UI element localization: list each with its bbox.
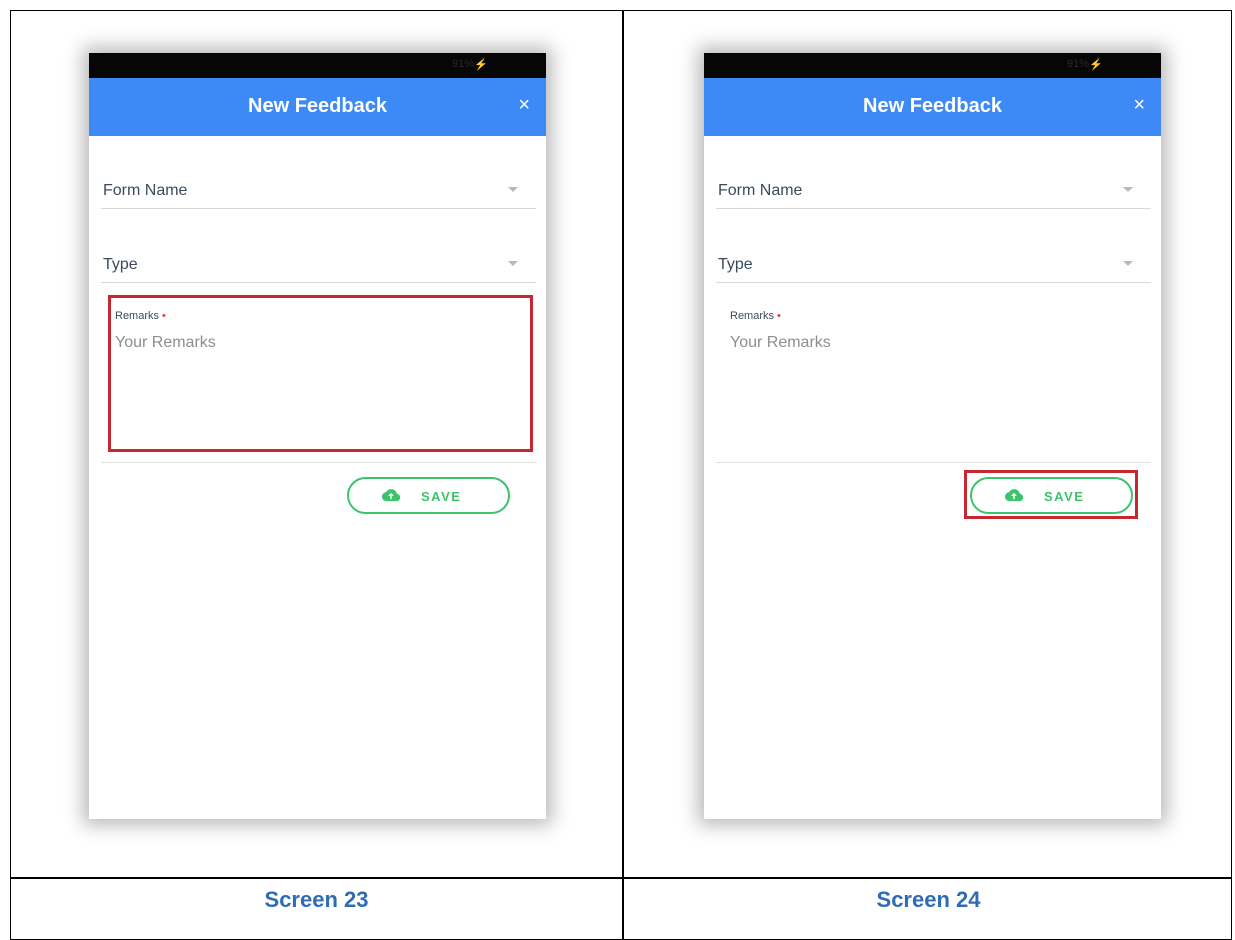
form-name-label: Form Name	[103, 182, 188, 199]
caret-icon	[508, 261, 518, 266]
type-label: Type	[718, 256, 753, 273]
highlight-box-remarks	[108, 295, 533, 452]
caption-screen-23: Screen 23	[264, 887, 369, 912]
highlight-box-save	[964, 470, 1138, 519]
form-name-label: Form Name	[718, 182, 803, 199]
page-title: New Feedback	[863, 95, 1002, 117]
column-divider	[622, 11, 624, 939]
required-mark: •	[777, 310, 781, 322]
caret-icon	[1123, 261, 1133, 266]
type-dropdown[interactable]: Type	[716, 247, 1151, 283]
form-name-dropdown[interactable]: Form Name	[101, 173, 536, 209]
cloud-upload-icon	[382, 489, 401, 502]
remarks-label: Remarks •	[730, 310, 781, 322]
remarks-input[interactable]	[730, 334, 1130, 434]
caption-screen-24: Screen 24	[876, 887, 981, 912]
type-label: Type	[103, 256, 138, 273]
battery-level: 91%	[451, 58, 474, 70]
form-name-dropdown[interactable]: Form Name	[716, 173, 1151, 209]
bolt-icon: ⚡	[1089, 59, 1103, 71]
save-button[interactable]: SAVE	[347, 477, 510, 514]
close-icon[interactable]: ×	[518, 94, 530, 117]
phone-screen-24: 91% ⚡ New Feedback × Form Name Type Rema…	[704, 53, 1161, 819]
remarks-field: Remarks •	[716, 298, 1151, 463]
status-bar: 91% ⚡	[704, 53, 1161, 78]
close-icon[interactable]: ×	[1133, 94, 1145, 117]
app-bar: New Feedback ×	[89, 78, 546, 136]
caret-icon	[1123, 187, 1133, 192]
save-label: SAVE	[421, 489, 462, 504]
bolt-icon: ⚡	[474, 59, 488, 71]
row-divider	[11, 877, 1231, 879]
battery-level: 91%	[1066, 58, 1089, 70]
page-title: New Feedback	[248, 95, 387, 117]
status-bar: 91% ⚡	[89, 53, 546, 78]
app-bar: New Feedback ×	[704, 78, 1161, 136]
type-dropdown[interactable]: Type	[101, 247, 536, 283]
caret-icon	[508, 187, 518, 192]
